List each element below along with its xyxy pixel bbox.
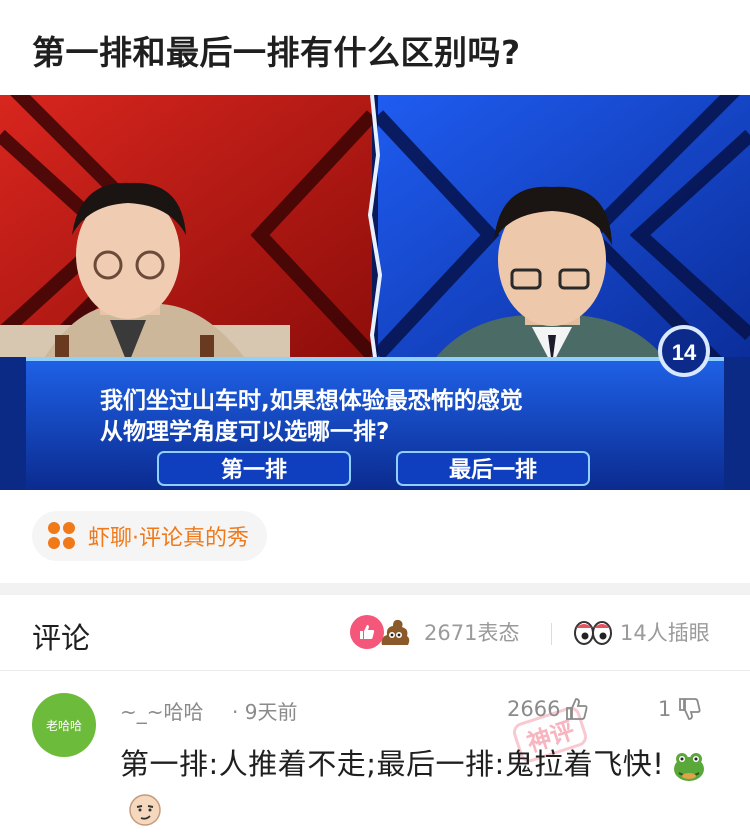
topic-label: 虾聊·评论真的秀 bbox=[88, 526, 249, 551]
eyes-summary[interactable]: 14人插眼 bbox=[574, 617, 710, 647]
comment-time: · 9天前 bbox=[232, 700, 298, 724]
option-a: 第一排 bbox=[221, 457, 287, 483]
username[interactable]: ~_~哈哈 bbox=[120, 696, 204, 725]
dislike-button[interactable]: 1 bbox=[658, 696, 703, 722]
thumbs-up-icon bbox=[350, 615, 384, 649]
divider bbox=[551, 623, 552, 645]
comment-item: 老哈哈 ~_~哈哈 · 9天前 神评 2666 1 第一排:人推着不走;最后一排… bbox=[0, 672, 750, 838]
section-divider bbox=[0, 583, 750, 595]
dislike-count: 1 bbox=[658, 697, 672, 721]
like-count: 2666 bbox=[507, 697, 561, 721]
comments-header: 评论 2671表态 14人插眼 bbox=[0, 595, 750, 671]
like-button[interactable]: 2666 bbox=[507, 696, 590, 722]
thumbs-down-icon bbox=[679, 698, 701, 720]
eyes-icon bbox=[574, 621, 612, 645]
option-b: 最后一排 bbox=[449, 458, 537, 483]
thumbs-up-icon bbox=[566, 698, 588, 720]
eyes-count: 14人插眼 bbox=[620, 621, 710, 645]
question-line-1: 我们坐过山车时,如果想体验最恐怖的感觉 bbox=[100, 387, 523, 414]
post-title: 第一排和最后一排有什么区别吗? bbox=[32, 33, 521, 72]
question-line-2: 从物理学角度可以选哪一排? bbox=[100, 418, 389, 445]
comment-text: 第一排:人推着不走;最后一排:鬼拉着飞快! bbox=[120, 742, 720, 830]
smug-face-emoji-icon bbox=[128, 793, 162, 827]
comments-title: 评论 bbox=[32, 621, 91, 655]
post-image[interactable]: 14 我们坐过山车时,如果想体验最恐怖的感觉 从物理学角度可以选哪一排? 第一排… bbox=[0, 95, 750, 490]
comment-body: 第一排:人推着不走;最后一排:鬼拉着飞快! bbox=[120, 747, 665, 781]
reactions-summary[interactable]: 2671表态 bbox=[350, 615, 519, 649]
topic-tag[interactable]: 虾聊·评论真的秀 bbox=[32, 511, 267, 561]
reaction-count: 2671表态 bbox=[424, 621, 520, 645]
quiz-show-screenshot: 14 我们坐过山车时,如果想体验最恐怖的感觉 从物理学角度可以选哪一排? 第一排… bbox=[0, 95, 750, 490]
four-dots-icon bbox=[48, 522, 76, 550]
frog-emoji-icon bbox=[672, 749, 706, 783]
avatar[interactable]: 老哈哈 bbox=[32, 693, 96, 757]
question-number-badge: 14 bbox=[672, 340, 697, 365]
